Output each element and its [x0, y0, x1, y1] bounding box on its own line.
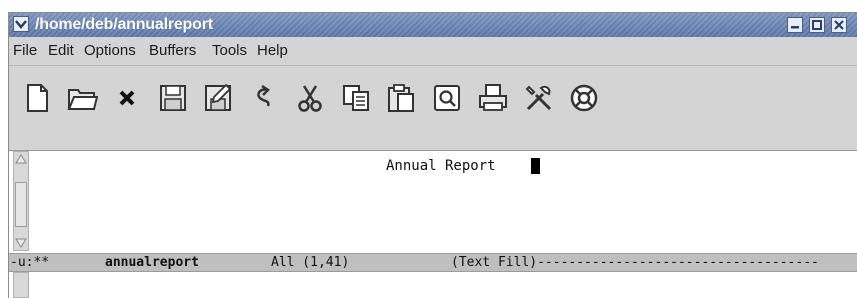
help-icon: [570, 84, 598, 112]
new-file-button[interactable]: [19, 80, 55, 116]
minibuffer[interactable]: [9, 272, 857, 298]
save-as-icon: [205, 83, 232, 111]
copy-button[interactable]: [338, 80, 374, 116]
print-icon: [479, 84, 507, 111]
preferences-button[interactable]: [521, 80, 557, 116]
maximize-icon: [812, 20, 822, 30]
minimize-button[interactable]: [787, 17, 803, 33]
minimize-icon: [791, 26, 799, 29]
help-button[interactable]: [566, 80, 602, 116]
title-bar[interactable]: /home/deb/annualreport: [9, 13, 857, 37]
chevron-down-icon: [15, 20, 27, 29]
menu-tools[interactable]: Tools: [212, 43, 247, 59]
save-button[interactable]: [155, 80, 191, 116]
scrollbar-thumb[interactable]: [15, 182, 27, 227]
close-icon: [119, 90, 135, 106]
toolbar: [9, 66, 857, 151]
menu-buffers[interactable]: Buffers: [149, 43, 196, 59]
modeline-status: -u:**: [10, 255, 50, 270]
close-window-button[interactable]: [831, 17, 847, 33]
window-title: /home/deb/annualreport: [35, 16, 213, 33]
print-button[interactable]: [475, 80, 511, 116]
menu-bar: File Edit Options Buffers Tools Help: [9, 37, 857, 66]
save-as-button[interactable]: [200, 80, 236, 116]
undo-button[interactable]: [246, 80, 282, 116]
search-icon: [434, 85, 460, 111]
scroll-up-arrow-icon: [15, 154, 27, 164]
cut-button[interactable]: [292, 80, 328, 116]
modeline-position: All (1,41): [271, 255, 350, 270]
text-cursor: [531, 158, 540, 174]
scroll-down-arrow-icon: [15, 238, 27, 248]
undo-icon: [257, 84, 270, 107]
editing-area[interactable]: Annual Report: [9, 151, 857, 253]
vertical-scrollbar[interactable]: [13, 151, 29, 251]
maximize-button[interactable]: [809, 17, 825, 33]
modeline-buffer-name[interactable]: annualreport: [105, 254, 199, 271]
preferences-icon: [525, 85, 552, 111]
menu-help[interactable]: Help: [257, 43, 288, 59]
close-buffer-button[interactable]: [109, 80, 145, 116]
modeline-mode[interactable]: (Text Fill)-----------------------------…: [451, 254, 819, 271]
menu-edit[interactable]: Edit: [48, 43, 74, 59]
open-button[interactable]: [64, 80, 100, 116]
buffer-text[interactable]: Annual Report: [386, 157, 496, 175]
mode-line[interactable]: -u:** annualreport All (1,41) (Text Fill…: [9, 253, 857, 272]
close-icon: [834, 20, 844, 30]
menu-options[interactable]: Options: [84, 43, 136, 59]
open-folder-icon: [67, 89, 98, 110]
cut-icon: [298, 85, 322, 112]
paste-icon: [388, 84, 414, 112]
minibuffer-scrollbar[interactable]: [13, 272, 29, 298]
paste-button[interactable]: [383, 80, 419, 116]
menu-file[interactable]: File: [13, 43, 37, 59]
search-button[interactable]: [429, 80, 465, 116]
emacs-window: /home/deb/annualreport File Edit Options…: [8, 12, 857, 298]
window-menu-button[interactable]: [13, 16, 29, 32]
copy-icon: [343, 85, 369, 111]
save-icon: [160, 85, 186, 111]
new-file-icon: [27, 84, 48, 112]
